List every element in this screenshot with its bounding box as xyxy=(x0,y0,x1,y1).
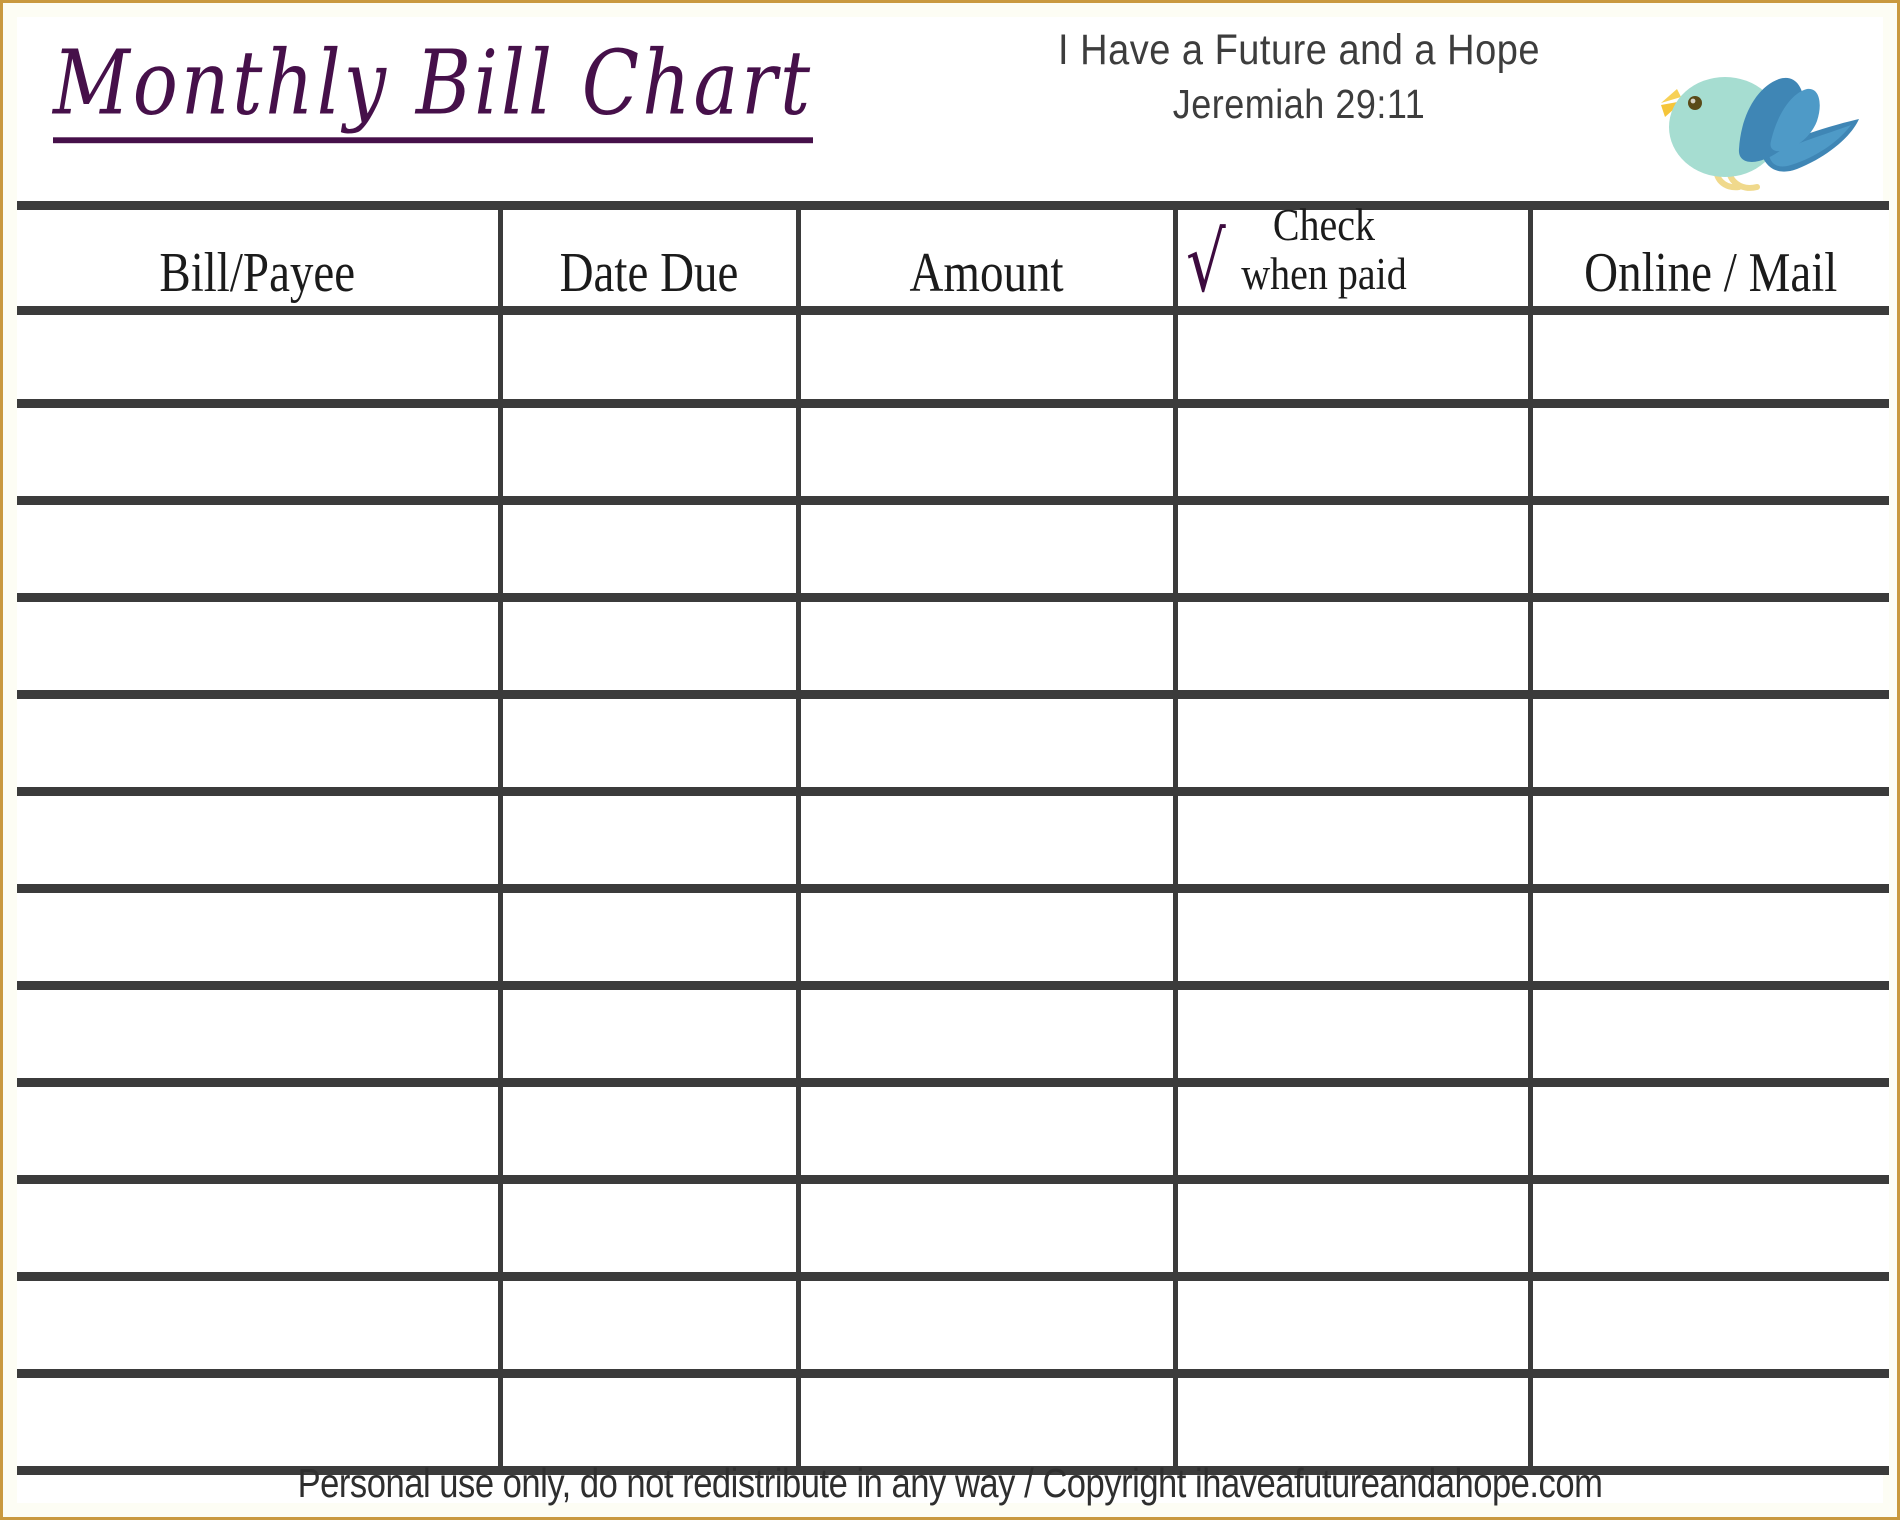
bluebird-icon xyxy=(1621,45,1871,195)
cell-online-mail[interactable] xyxy=(1527,985,1889,1087)
table-row xyxy=(17,694,1889,796)
column-header-check-when-paid: √ Check when paid xyxy=(1172,201,1533,315)
table-row xyxy=(17,500,1889,602)
column-header-date-due: Date Due xyxy=(497,201,801,315)
cell-bill-payee[interactable] xyxy=(17,310,503,408)
cell-bill-payee[interactable] xyxy=(17,1276,503,1378)
column-header-label: Bill/Payee xyxy=(159,242,356,305)
column-header-label: Amount xyxy=(909,242,1064,305)
table-row xyxy=(17,791,1889,893)
column-header-bill-payee: Bill/Payee xyxy=(17,201,503,315)
cell-check-when-paid[interactable] xyxy=(1172,310,1533,408)
cell-online-mail[interactable] xyxy=(1527,1373,1889,1475)
bill-chart-page: Monthly Bill Chart I Have a Future and a… xyxy=(0,0,1900,1520)
cell-bill-payee[interactable] xyxy=(17,791,503,893)
cell-date-due[interactable] xyxy=(497,791,801,893)
cell-amount[interactable] xyxy=(795,1373,1178,1475)
column-header-label: Online / Mail xyxy=(1584,242,1838,305)
cell-online-mail[interactable] xyxy=(1527,500,1889,602)
cell-amount[interactable] xyxy=(795,403,1178,505)
cell-check-when-paid[interactable] xyxy=(1172,985,1533,1087)
cell-bill-payee[interactable] xyxy=(17,500,503,602)
copyright-note: Personal use only, do not redistribute i… xyxy=(297,1459,1603,1506)
cell-amount[interactable] xyxy=(795,1082,1178,1184)
cell-bill-payee[interactable] xyxy=(17,1082,503,1184)
cell-amount[interactable] xyxy=(795,694,1178,796)
cell-online-mail[interactable] xyxy=(1527,1179,1889,1281)
cell-date-due[interactable] xyxy=(497,888,801,990)
table-row xyxy=(17,985,1889,1087)
cell-date-due[interactable] xyxy=(497,985,801,1087)
cell-amount[interactable] xyxy=(795,791,1178,893)
cell-online-mail[interactable] xyxy=(1527,403,1889,505)
column-header-amount: Amount xyxy=(795,201,1178,315)
cell-check-when-paid[interactable] xyxy=(1172,1276,1533,1378)
cell-amount[interactable] xyxy=(795,310,1178,408)
cell-check-when-paid[interactable] xyxy=(1172,791,1533,893)
table-row xyxy=(17,310,1889,408)
table-row xyxy=(17,403,1889,505)
cell-online-mail[interactable] xyxy=(1527,791,1889,893)
column-header-online-mail: Online / Mail xyxy=(1527,201,1889,315)
cell-online-mail[interactable] xyxy=(1527,888,1889,990)
cell-online-mail[interactable] xyxy=(1527,310,1889,408)
verse-reference: Jeremiah 29:11 xyxy=(1172,81,1426,128)
cell-date-due[interactable] xyxy=(497,1179,801,1281)
verse-text: I Have a Future and a Hope xyxy=(1058,27,1540,75)
cell-check-when-paid[interactable] xyxy=(1172,500,1533,602)
cell-date-due[interactable] xyxy=(497,1373,801,1475)
bill-chart-table: Bill/Payee Date Due Amount √ Check when … xyxy=(17,201,1889,1475)
cell-amount[interactable] xyxy=(795,888,1178,990)
cell-bill-payee[interactable] xyxy=(17,694,503,796)
cell-bill-payee[interactable] xyxy=(17,1179,503,1281)
column-header-label: Check xyxy=(1272,198,1376,251)
cell-check-when-paid[interactable] xyxy=(1172,888,1533,990)
table-body xyxy=(17,310,1889,1475)
cell-check-when-paid[interactable] xyxy=(1172,1082,1533,1184)
cell-date-due[interactable] xyxy=(497,310,801,408)
table-header-row: Bill/Payee Date Due Amount √ Check when … xyxy=(17,201,1889,315)
cell-online-mail[interactable] xyxy=(1527,1276,1889,1378)
page-title: Monthly Bill Chart xyxy=(53,37,814,143)
cell-check-when-paid[interactable] xyxy=(1172,403,1533,505)
cell-date-due[interactable] xyxy=(497,1082,801,1184)
cell-amount[interactable] xyxy=(795,597,1178,699)
cell-bill-payee[interactable] xyxy=(17,1373,503,1475)
table-row xyxy=(17,1276,1889,1378)
cell-amount[interactable] xyxy=(795,1276,1178,1378)
column-header-label: Date Due xyxy=(559,242,739,305)
table-row xyxy=(17,597,1889,699)
cell-date-due[interactable] xyxy=(497,1276,801,1378)
cell-online-mail[interactable] xyxy=(1527,694,1889,796)
cell-amount[interactable] xyxy=(795,985,1178,1087)
table-row xyxy=(17,1179,1889,1281)
cell-online-mail[interactable] xyxy=(1527,597,1889,699)
cell-date-due[interactable] xyxy=(497,500,801,602)
cell-bill-payee[interactable] xyxy=(17,403,503,505)
cell-online-mail[interactable] xyxy=(1527,1082,1889,1184)
page-header: Monthly Bill Chart I Have a Future and a… xyxy=(3,3,1897,201)
table-row xyxy=(17,1082,1889,1184)
cell-amount[interactable] xyxy=(795,500,1178,602)
cell-date-due[interactable] xyxy=(497,694,801,796)
cell-bill-payee[interactable] xyxy=(17,597,503,699)
table-row xyxy=(17,888,1889,990)
cell-check-when-paid[interactable] xyxy=(1172,1373,1533,1475)
cell-bill-payee[interactable] xyxy=(17,888,503,990)
cell-date-due[interactable] xyxy=(497,403,801,505)
cell-check-when-paid[interactable] xyxy=(1172,694,1533,796)
cell-check-when-paid[interactable] xyxy=(1172,597,1533,699)
cell-check-when-paid[interactable] xyxy=(1172,1179,1533,1281)
checkmark-icon: √ xyxy=(1185,215,1226,311)
cell-amount[interactable] xyxy=(795,1179,1178,1281)
verse-block: I Have a Future and a Hope Jeremiah 29:1… xyxy=(989,25,1609,127)
column-header-sublabel: when paid xyxy=(1241,247,1407,300)
cell-date-due[interactable] xyxy=(497,597,801,699)
table-row xyxy=(17,1373,1889,1475)
cell-bill-payee[interactable] xyxy=(17,985,503,1087)
